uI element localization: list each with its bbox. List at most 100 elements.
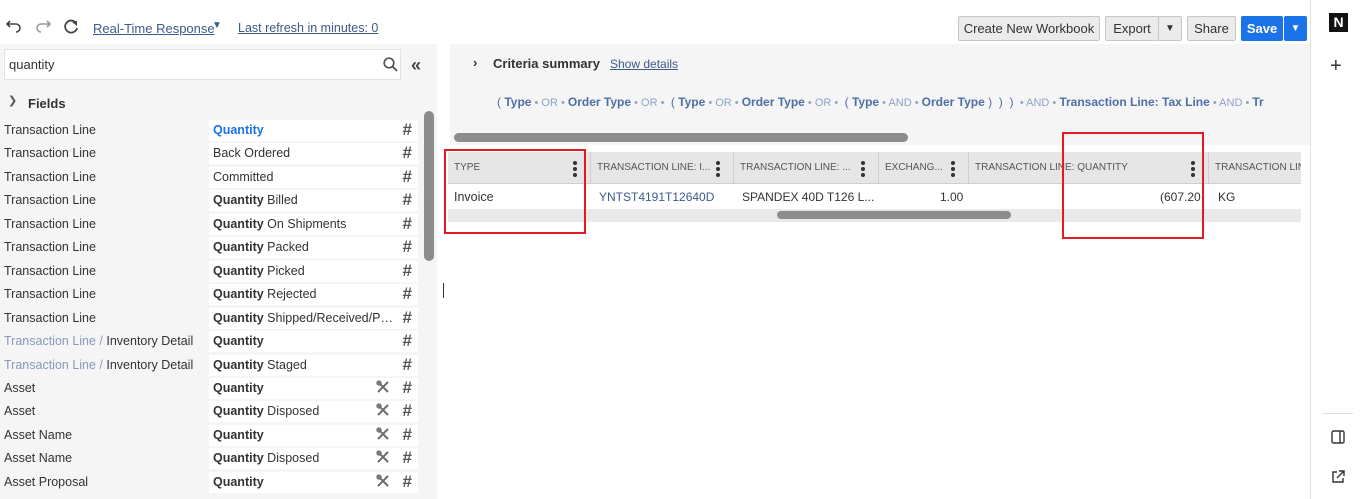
field-item[interactable]: Quantity Packed # <box>209 237 418 259</box>
horizontal-scrollbar[interactable] <box>777 211 1011 219</box>
column-header[interactable]: TRANSACTION LINE: ... <box>734 152 879 184</box>
column-header[interactable]: EXCHANG... <box>879 152 969 184</box>
record-path-prefix: Transaction Line / <box>4 334 107 349</box>
field-row[interactable]: Transaction Line Quantity Rejected # <box>0 283 422 306</box>
field-item[interactable]: Quantity Disposed # <box>209 401 418 423</box>
save-dropdown-icon[interactable]: ▼ <box>1284 16 1307 41</box>
field-name: Quantity Billed <box>213 193 393 207</box>
field-row[interactable]: Transaction Line Quantity Shipped/Receive… <box>0 307 422 330</box>
field-item[interactable]: Quantity Rejected # <box>209 284 418 306</box>
wrench-icon <box>376 474 390 491</box>
export-dropdown-icon[interactable]: ▼ <box>1158 16 1182 41</box>
field-row[interactable]: Transaction Line Committed # <box>0 166 422 189</box>
export-button[interactable]: Export <box>1105 16 1159 41</box>
field-name: Quantity <box>213 381 393 395</box>
show-details-link[interactable]: Show details <box>610 57 678 71</box>
field-record-label: Asset <box>4 404 35 418</box>
create-workbook-button[interactable]: Create New Workbook <box>958 16 1100 41</box>
field-row[interactable]: Asset Quantity Disposed # <box>0 400 422 423</box>
field-item[interactable]: Quantity Picked # <box>209 260 418 282</box>
cell-transaction-link[interactable]: YNTST4191T12640D <box>599 190 714 204</box>
column-header[interactable]: TRANSACTION LIN <box>1209 152 1301 184</box>
field-panel: « ❯ Fields Transaction LineQuantity#Tran… <box>0 44 437 499</box>
fields-header-label: Fields <box>28 96 66 111</box>
chevron-down-icon[interactable]: ▼ <box>212 20 222 31</box>
column-menu-icon[interactable] <box>861 161 865 179</box>
horizontal-scrollbar[interactable] <box>454 133 908 142</box>
field-item[interactable]: Committed # <box>209 166 418 188</box>
hash-icon: # <box>402 401 412 421</box>
field-search <box>4 49 401 80</box>
field-row[interactable]: Asset Quantity # <box>0 377 422 400</box>
criteria-operator: • AND • <box>1209 97 1253 109</box>
field-item[interactable]: Quantity Disposed # <box>209 448 418 470</box>
criteria-operator: • AND • <box>879 97 922 109</box>
criteria-operator: • AND • <box>1016 97 1060 109</box>
field-item[interactable]: Quantity On Shipments # <box>209 213 418 235</box>
field-item[interactable]: Quantity # <box>209 424 418 446</box>
criteria-field: Transaction Line: Tax Line <box>1059 95 1210 109</box>
field-row[interactable]: Asset Name Quantity # <box>0 424 422 447</box>
criteria-paren: ) ) ) <box>984 95 1017 109</box>
field-item[interactable]: Back Ordered # <box>209 143 418 165</box>
field-item[interactable]: Quantity Billed # <box>209 190 418 212</box>
last-refresh-link[interactable]: Last refresh in minutes: 0 <box>238 21 378 35</box>
undo-icon[interactable] <box>4 18 24 38</box>
field-row[interactable]: Transaction Line / Inventory Detail Quant… <box>0 330 422 353</box>
field-row[interactable]: Transaction Line Quantity # <box>0 119 422 142</box>
redo-icon[interactable] <box>33 18 53 38</box>
field-name-match: Quantity <box>213 404 264 419</box>
search-input[interactable] <box>9 57 369 72</box>
field-name: Quantity Shipped/Received/Pi... <box>213 311 393 325</box>
search-icon[interactable] <box>383 57 398 75</box>
field-record-label: Transaction Line <box>4 287 96 301</box>
column-header[interactable]: TRANSACTION LINE: I... <box>591 152 734 184</box>
hash-icon: # <box>402 260 412 280</box>
field-name-match: Quantity <box>213 263 264 278</box>
field-item[interactable]: Quantity Shipped/Received/Pi... # <box>209 307 418 329</box>
record-name: Transaction Line <box>4 240 96 255</box>
field-item[interactable]: Quantity # <box>209 331 418 353</box>
plus-icon[interactable]: + <box>1330 55 1342 78</box>
mode-dropdown[interactable]: Real-Time Response <box>93 21 215 36</box>
field-row[interactable]: Transaction Line Back Ordered # <box>0 142 422 165</box>
criteria-summary: › Criteria summary Show details ( Type •… <box>450 44 1310 145</box>
cell-item: SPANDEX 40D T126 L... <box>742 190 875 204</box>
field-row[interactable]: Asset Name Quantity Disposed # <box>0 447 422 470</box>
vertical-scrollbar[interactable] <box>424 111 434 261</box>
chevron-right-icon[interactable]: › <box>473 55 477 70</box>
field-item[interactable]: Quantity # <box>209 120 418 141</box>
field-item[interactable]: Quantity # <box>209 377 418 399</box>
hash-icon: # <box>402 331 412 351</box>
external-link-icon[interactable] <box>1331 470 1345 487</box>
field-row[interactable]: Transaction Line Quantity Packed # <box>0 236 422 259</box>
field-record-label: Transaction Line <box>4 311 96 325</box>
hash-icon: # <box>402 237 412 257</box>
field-name-rest: Picked <box>263 263 305 278</box>
share-button[interactable]: Share <box>1187 16 1236 41</box>
field-name: Quantity <box>213 123 393 137</box>
field-item[interactable]: Quantity Staged # <box>209 354 418 376</box>
field-row[interactable]: Transaction Line Quantity Billed # <box>0 189 422 212</box>
field-row[interactable]: Transaction Line Quantity On Shipments # <box>0 213 422 236</box>
fields-section-header[interactable]: ❯ Fields <box>0 90 422 118</box>
panel-icon[interactable] <box>1331 430 1345 447</box>
divider <box>1323 413 1353 414</box>
collapse-panel-icon[interactable]: « <box>411 55 421 76</box>
record-name: Asset Proposal <box>4 474 89 489</box>
field-name-match: Quantity <box>213 193 264 208</box>
refresh-icon[interactable] <box>61 18 81 38</box>
field-record-label: Asset Name <box>4 428 72 442</box>
hash-icon: # <box>402 166 412 186</box>
field-name-match: Quantity <box>213 216 264 231</box>
field-row[interactable]: Asset Proposal Quantity # <box>0 471 422 494</box>
column-menu-icon[interactable] <box>951 161 955 179</box>
field-item[interactable]: Quantity # <box>209 471 418 493</box>
field-row[interactable]: Transaction Line Quantity Picked # <box>0 260 422 283</box>
save-button[interactable]: Save <box>1241 16 1283 41</box>
field-record-label: Transaction Line / Inventory Detail <box>4 358 193 372</box>
field-row[interactable]: Transaction Line / Inventory Detail Quant… <box>0 354 422 377</box>
hash-icon: # <box>402 284 412 304</box>
netsuite-logo[interactable]: N <box>1329 13 1348 32</box>
column-menu-icon[interactable] <box>716 161 720 179</box>
